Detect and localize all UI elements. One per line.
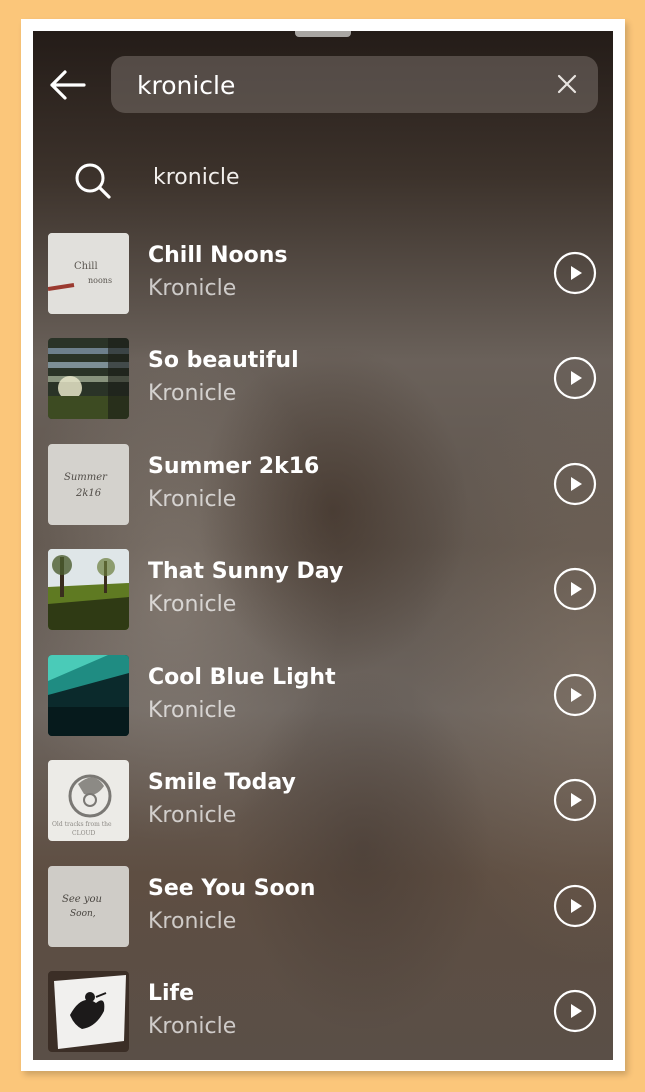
play-icon[interactable] [553,462,597,506]
track-title: Chill Noons [148,243,288,268]
play-icon[interactable] [553,778,597,822]
track-row[interactable]: Chill noons Chill Noons Kronicle [33,233,613,321]
svg-text:See you: See you [62,894,102,905]
suggestion-text: kronicle [153,165,240,190]
search-bar [111,56,598,115]
play-icon[interactable] [553,673,597,717]
album-thumbnail: Summer 2k16 [48,444,129,525]
svg-text:noons: noons [88,276,112,285]
play-icon[interactable] [553,356,597,400]
track-artist: Kronicle [148,698,237,723]
track-row[interactable]: See you Soon, See You Soon Kronicle [33,866,613,954]
play-icon[interactable] [553,884,597,928]
track-title: See You Soon [148,876,316,901]
svg-text:Summer: Summer [64,472,108,483]
track-title: Smile Today [148,770,296,795]
music-search-screen: kronicle Chill noons Chill Noons Kronicl… [33,31,613,1060]
svg-text:2k16: 2k16 [75,488,102,499]
track-title: That Sunny Day [148,559,344,584]
close-icon [557,74,577,94]
album-thumbnail: See you Soon, [48,866,129,947]
track-row[interactable]: Cool Blue Light Kronicle [33,655,613,743]
track-row[interactable]: That Sunny Day Kronicle [33,549,613,637]
track-artist: Kronicle [148,276,237,301]
play-icon[interactable] [553,251,597,295]
arrow-left-icon [50,70,86,100]
track-artist: Kronicle [148,1014,237,1039]
track-row[interactable]: Summer 2k16 Summer 2k16 Kronicle [33,444,613,532]
svg-text:Soon,: Soon, [70,909,96,919]
clear-button[interactable] [556,73,578,95]
track-title: Cool Blue Light [148,665,336,690]
album-thumbnail [48,338,129,419]
track-artist: Kronicle [148,909,237,934]
svg-text:Old tracks from the: Old tracks from the [52,821,112,828]
drag-handle[interactable] [295,31,351,37]
track-artist: Kronicle [148,381,237,406]
svg-text:Chill: Chill [74,261,98,272]
album-thumbnail: Old tracks from the CLOUD [48,760,129,841]
search-suggestion[interactable]: kronicle [33,149,613,211]
svg-text:CLOUD: CLOUD [72,830,96,837]
album-thumbnail [48,655,129,736]
play-icon[interactable] [553,989,597,1033]
search-input[interactable] [135,56,539,115]
track-title: Life [148,981,195,1006]
track-title: Summer 2k16 [148,454,320,479]
album-thumbnail [48,971,129,1052]
play-icon[interactable] [553,567,597,611]
search-icon [75,163,111,199]
album-thumbnail [48,549,129,630]
track-artist: Kronicle [148,487,237,512]
track-artist: Kronicle [148,592,237,617]
album-thumbnail: Chill noons [48,233,129,314]
track-title: So beautiful [148,348,299,373]
track-artist: Kronicle [148,803,237,828]
back-button[interactable] [47,67,87,103]
track-row[interactable]: Old tracks from the CLOUD Smile Today Kr… [33,760,613,848]
track-row[interactable]: Life Kronicle [33,971,613,1059]
track-row[interactable]: So beautiful Kronicle [33,338,613,426]
